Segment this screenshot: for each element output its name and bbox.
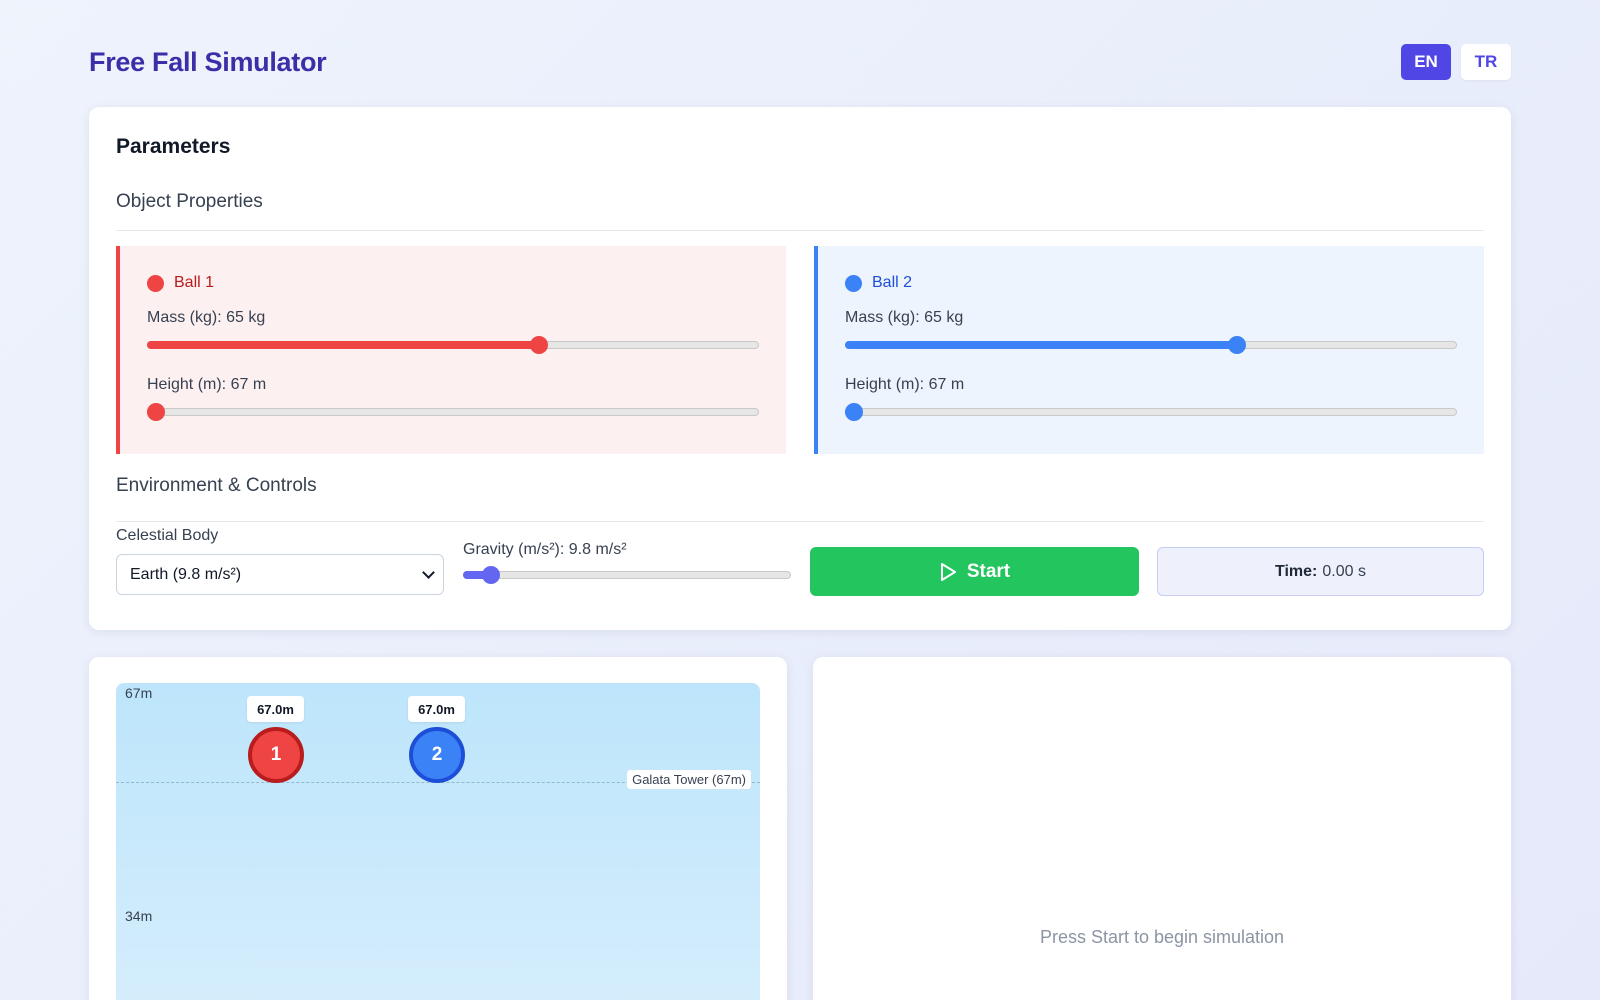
ball-1-header: Ball 1 bbox=[147, 274, 214, 292]
start-button[interactable]: Start bbox=[810, 547, 1139, 596]
ball-2-number: 2 bbox=[431, 744, 443, 765]
simulation-card: 67m 34m Galata Tower (67m) 67.0m 1 67.0m… bbox=[89, 657, 787, 1000]
time-value: 0.00 s bbox=[1322, 562, 1366, 580]
ball-1-name: Ball 1 bbox=[174, 274, 215, 291]
ball-1-panel: Ball 1 Mass (kg): 65 kg Height (m): 67 m bbox=[116, 246, 786, 454]
celestial-body-label: Celestial Body bbox=[116, 527, 219, 544]
ball-1-height-tag: 67.0m bbox=[247, 696, 304, 722]
language-en-button[interactable]: EN bbox=[1401, 44, 1451, 80]
axis-label-mid: 34m bbox=[125, 908, 153, 924]
divider bbox=[116, 230, 1484, 231]
play-icon bbox=[940, 562, 956, 581]
ball-2-name: Ball 2 bbox=[872, 274, 913, 291]
divider bbox=[116, 521, 1484, 522]
ball-1-height-label: Height (m): 67 m bbox=[147, 376, 267, 393]
time-display: Time: 0.00 s bbox=[1157, 547, 1484, 596]
ball-1-color-dot bbox=[147, 274, 164, 292]
slider-thumb[interactable] bbox=[530, 336, 549, 354]
slider-thumb[interactable] bbox=[845, 403, 863, 421]
reference-label: Galata Tower (67m) bbox=[627, 770, 751, 789]
start-button-label: Start bbox=[966, 560, 1011, 582]
gravity-slider[interactable] bbox=[463, 566, 791, 584]
axis-label-top: 67m bbox=[125, 685, 153, 701]
environment-controls-row: Celestial Body Earth (9.8 m/s²) Gravity … bbox=[116, 527, 1484, 617]
results-card: Press Start to begin simulation bbox=[813, 657, 1511, 1000]
chevron-down-icon bbox=[422, 566, 435, 579]
celestial-body-selected: Earth (9.8 m/s²) bbox=[130, 565, 242, 583]
ball-1-mass-slider[interactable] bbox=[147, 336, 759, 354]
ball-2-marker: 2 bbox=[409, 727, 465, 783]
ball-2-panel: Ball 2 Mass (kg): 65 kg Height (m): 67 m bbox=[814, 246, 1484, 454]
simulation-canvas: 67m 34m Galata Tower (67m) 67.0m 1 67.0m… bbox=[116, 683, 760, 1000]
celestial-body-select[interactable]: Earth (9.8 m/s²) bbox=[116, 554, 444, 595]
ball-2-mass-label: Mass (kg): 65 kg bbox=[845, 309, 964, 326]
slider-thumb[interactable] bbox=[147, 403, 165, 421]
ball-2-header: Ball 2 bbox=[845, 274, 912, 292]
gravity-label: Gravity (m/s²): 9.8 m/s² bbox=[463, 541, 627, 558]
app-title: Free Fall Simulator bbox=[89, 46, 327, 77]
ball-2-mass-slider[interactable] bbox=[845, 336, 1457, 354]
ball-2-height-slider[interactable] bbox=[845, 403, 1457, 421]
language-tr-button[interactable]: TR bbox=[1461, 44, 1511, 80]
slider-thumb[interactable] bbox=[1228, 336, 1247, 354]
results-placeholder: Press Start to begin simulation bbox=[1039, 927, 1285, 947]
ball-1-marker: 1 bbox=[248, 727, 304, 783]
parameters-title: Parameters bbox=[116, 135, 231, 158]
object-properties-title: Object Properties bbox=[116, 191, 263, 212]
slider-thumb[interactable] bbox=[481, 566, 500, 584]
ball-1-number: 1 bbox=[270, 744, 282, 765]
app-header: Free Fall Simulator EN TR bbox=[89, 44, 1511, 80]
language-switcher: EN TR bbox=[1401, 44, 1511, 80]
ball-1-height-slider[interactable] bbox=[147, 403, 759, 421]
parameters-card: Parameters Object Properties Ball 1 Mass… bbox=[89, 107, 1511, 630]
ball-2-height-label: Height (m): 67 m bbox=[845, 376, 965, 393]
time-label: Time: bbox=[1275, 562, 1318, 580]
environment-controls-title: Environment & Controls bbox=[116, 475, 317, 496]
ball-2-color-dot bbox=[845, 274, 862, 292]
ball-2-height-tag: 67.0m bbox=[408, 696, 465, 722]
ball-1-mass-label: Mass (kg): 65 kg bbox=[147, 309, 266, 326]
